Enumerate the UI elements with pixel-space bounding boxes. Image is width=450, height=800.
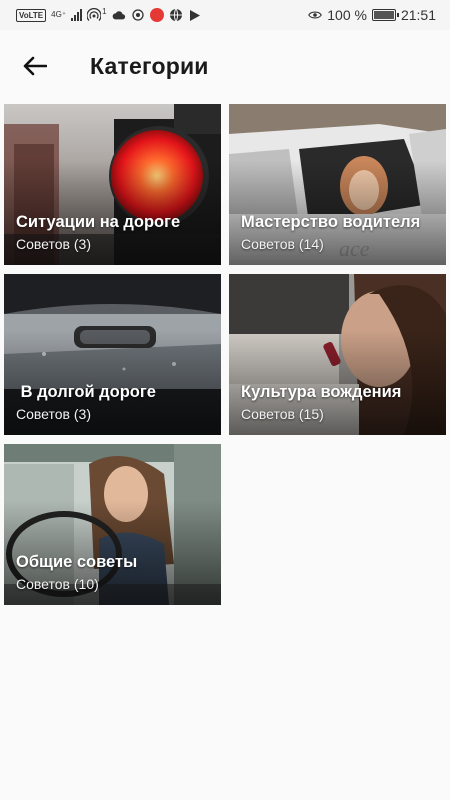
category-title: Мастерство водителя [241, 213, 421, 231]
status-bar-left: VoLTE 4G⁺ 1 [16, 6, 202, 22]
eye-comfort-icon [308, 8, 323, 22]
volte-indicator: VoLTE [16, 8, 47, 22]
status-bar: VoLTE 4G⁺ 1 100 % 21:51 [0, 0, 450, 30]
signal-icon [71, 9, 83, 21]
globe-icon [169, 8, 183, 22]
category-count: Советов (3) [16, 406, 91, 422]
radio-icon [131, 8, 145, 22]
category-count: Советов (3) [16, 236, 91, 252]
category-count: Советов (15) [241, 406, 324, 422]
app-bar: Категории [0, 30, 450, 102]
clock: 21:51 [400, 7, 436, 23]
status-bar-right: 100 % 21:51 [308, 7, 436, 23]
category-card[interactable]: ace Мастерство водителя Советов (14) [229, 104, 446, 265]
call-recording-icon [149, 8, 164, 22]
category-card[interactable]: Общие советы Советов (10) [4, 444, 221, 605]
category-card[interactable]: Культура вождения Советов (15) [229, 274, 446, 435]
category-title: Общие советы [16, 553, 138, 571]
cloud-icon [112, 8, 126, 22]
back-button[interactable] [0, 30, 70, 102]
battery-percent: 100 % [327, 7, 367, 23]
category-title: В долгой дороге [16, 383, 156, 401]
category-title: Ситуации на дороге [16, 213, 181, 231]
category-count: Советов (10) [16, 576, 99, 592]
category-title: Культура вождения [241, 383, 402, 401]
category-card[interactable]: В долгой дороге Советов (3) [4, 274, 221, 435]
category-grid: Ситуации на дороге Советов (3) ace Масте… [4, 104, 446, 605]
hotspot-count: 1 [102, 6, 107, 16]
category-count: Советов (14) [241, 236, 324, 252]
hotspot-icon [87, 8, 102, 22]
arrow-left-icon [23, 56, 47, 76]
battery-icon [371, 9, 399, 21]
category-card[interactable]: Ситуации на дороге Советов (3) [4, 104, 221, 265]
network-type: 4G⁺ [51, 10, 67, 19]
play-store-icon [188, 8, 202, 22]
page-title: Категории [90, 52, 209, 79]
